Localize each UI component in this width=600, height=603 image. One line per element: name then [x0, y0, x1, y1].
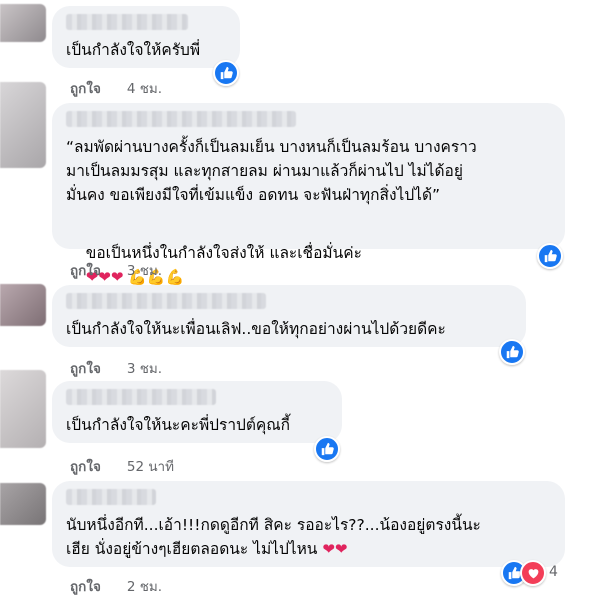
comment-bubble: นับหนึ่งอีกที...เอ้า!!!กดดูอีกที สิคะ รอ…: [52, 481, 565, 567]
emoji-hearts: ❤❤: [322, 540, 348, 558]
comment-actions: ถูกใจ 52 นาที: [70, 455, 174, 477]
commenter-name[interactable]: [66, 389, 216, 405]
comment-text: “ลมพัดผ่านบางครั้งก็เป็นลมเย็น บางหนก็เป…: [66, 138, 477, 204]
like-link[interactable]: ถูกใจ: [70, 575, 101, 597]
love-reaction[interactable]: [520, 560, 546, 586]
comment-bubble: เป็นกำลังใจให้นะเพื่อนเลิฟ..ขอให้ทุกอย่า…: [52, 285, 526, 347]
comment-actions: ถูกใจ 3 ชม.: [70, 357, 162, 379]
reaction-count[interactable]: 4: [549, 564, 558, 580]
comment-actions: ถูกใจ 3 ชม.: [70, 259, 162, 281]
like-reaction[interactable]: [499, 339, 525, 365]
like-link[interactable]: ถูกใจ: [70, 77, 101, 99]
comment-actions: ถูกใจ 2 ชม.: [70, 575, 162, 597]
commenter-name[interactable]: [66, 489, 156, 505]
timestamp[interactable]: 2 ชม.: [127, 575, 162, 597]
comment-text: เป็นกำลังใจให้นะคะพี่ปราปต์คุณกี้: [66, 416, 291, 434]
thumbs-up-icon: [220, 66, 233, 80]
comment-text: เป็นกำลังใจให้ครับพี่: [66, 41, 201, 59]
avatar[interactable]: [0, 4, 46, 42]
like-link[interactable]: ถูกใจ: [70, 259, 101, 281]
comment-text: เป็นกำลังใจให้นะเพื่อนเลิฟ..ขอให้ทุกอย่า…: [66, 320, 446, 338]
thumbs-up-icon: [506, 345, 519, 359]
avatar[interactable]: [0, 82, 46, 168]
timestamp[interactable]: 4 ชม.: [127, 77, 162, 99]
timestamp[interactable]: 3 ชม.: [127, 357, 162, 379]
comment-actions: ถูกใจ 4 ชม.: [70, 77, 162, 99]
thumbs-up-icon: [544, 249, 557, 263]
comment-bubble: “ลมพัดผ่านบางครั้งก็เป็นลมเย็น บางหนก็เป…: [52, 103, 565, 286]
avatar[interactable]: [0, 483, 46, 525]
timestamp[interactable]: 52 นาที: [127, 455, 174, 477]
heart-icon: [528, 568, 538, 578]
comment-bubble: เป็นกำลังใจให้นะคะพี่ปราปต์คุณกี้: [52, 381, 342, 443]
thumbs-up-icon: [321, 442, 334, 456]
like-reaction[interactable]: [537, 243, 563, 269]
avatar[interactable]: [0, 370, 46, 448]
comment-bubble: เป็นกำลังใจให้ครับพี่: [52, 6, 240, 68]
commenter-name[interactable]: [66, 293, 266, 309]
comment-text-body: นับหนึ่งอีกที...เอ้า!!!กดดูอีกที สิคะ รอ…: [66, 516, 481, 558]
like-reaction[interactable]: [314, 436, 340, 462]
comment-text: นับหนึ่งอีกที...เอ้า!!!กดดูอีกที สิคะ รอ…: [66, 513, 551, 561]
like-link[interactable]: ถูกใจ: [70, 455, 101, 477]
like-link[interactable]: ถูกใจ: [70, 357, 101, 379]
commenter-name[interactable]: [66, 111, 296, 127]
like-reaction[interactable]: [213, 60, 239, 86]
commenter-name[interactable]: [66, 14, 188, 30]
avatar[interactable]: [0, 284, 46, 326]
timestamp[interactable]: 3 ชม.: [127, 259, 162, 281]
thumbs-up-icon: [508, 566, 521, 580]
